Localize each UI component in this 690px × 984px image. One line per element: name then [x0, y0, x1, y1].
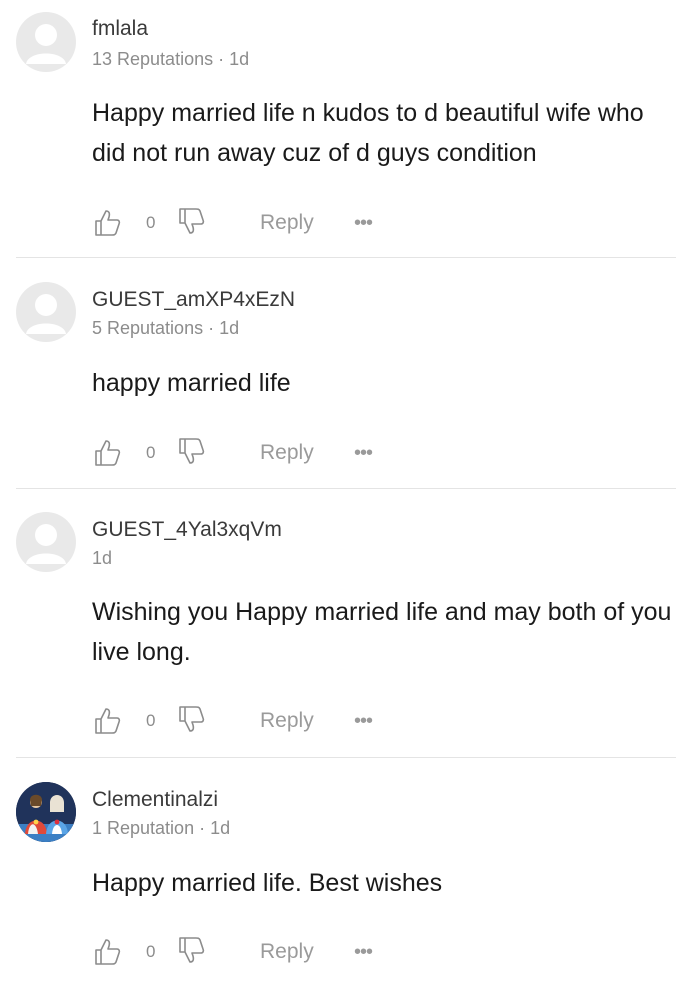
thumbs-up-icon[interactable] [92, 208, 122, 238]
thumbs-down-icon[interactable] [176, 436, 206, 466]
user-silhouette-icon [26, 294, 66, 334]
like-count: 0 [146, 443, 156, 462]
reply-button[interactable]: Reply [260, 940, 314, 964]
thumbs-up-icon[interactable] [92, 438, 122, 468]
comment-meta: 13 Reputations · 1d [92, 49, 250, 69]
comment-time: 1d [92, 548, 113, 568]
like-count: 0 [146, 942, 156, 961]
comment-item: GUEST_amXP4xEzN 5 Reputations · 1d happy… [0, 270, 690, 490]
comment-username[interactable]: fmlala [92, 17, 148, 41]
comment-time: 1d [229, 49, 250, 69]
comment-actions: 0 Reply ••• [0, 933, 690, 973]
comment-text: Wishing you Happy married life and may b… [92, 598, 672, 666]
like-count: 0 [146, 711, 156, 730]
divider [16, 757, 676, 758]
comment-item: Clementinalzi 1 Reputation · 1d Happy ma… [0, 770, 690, 984]
thumbs-up-icon[interactable] [92, 706, 122, 736]
comment-text: happy married life [92, 369, 291, 397]
comment-username[interactable]: Clementinalzi [92, 788, 218, 812]
reputation-label: 13 Reputations [92, 49, 214, 69]
more-options-icon[interactable]: ••• [354, 442, 373, 465]
thumbs-down-icon[interactable] [176, 935, 206, 965]
reply-button[interactable]: Reply [260, 709, 314, 733]
thumbs-down-icon[interactable] [176, 704, 206, 734]
divider [16, 488, 676, 489]
divider [16, 257, 676, 258]
avatar[interactable] [16, 12, 76, 72]
user-silhouette-icon [26, 524, 66, 564]
reply-button[interactable]: Reply [260, 441, 314, 465]
religious-image-avatar-icon [16, 782, 76, 842]
comment-actions: 0 Reply ••• [0, 702, 690, 742]
more-options-icon[interactable]: ••• [354, 710, 373, 733]
comment-text: Happy married life. Best wishes [92, 869, 443, 897]
comment-item: fmlala 13 Reputations · 1d Happy married… [0, 0, 690, 258]
comment-text: Happy married life n kudos to d beautifu… [92, 99, 644, 167]
comment-actions: 0 Reply ••• [0, 434, 690, 474]
thumbs-up-icon[interactable] [92, 937, 122, 967]
more-options-icon[interactable]: ••• [354, 941, 373, 964]
comment-meta: 1 Reputation · 1d [92, 818, 231, 838]
comment-username[interactable]: GUEST_4Yal3xqVm [92, 518, 282, 542]
avatar[interactable] [16, 782, 76, 842]
comment-actions: 0 Reply ••• [0, 204, 690, 244]
more-options-icon[interactable]: ••• [354, 212, 373, 235]
avatar[interactable] [16, 282, 76, 342]
comment-meta: 5 Reputations · 1d [92, 318, 240, 338]
comment-meta: 1d [92, 548, 112, 569]
thumbs-down-icon[interactable] [176, 206, 206, 236]
reputation-label: 5 Reputations [92, 318, 204, 338]
user-silhouette-icon [26, 24, 66, 64]
reply-button[interactable]: Reply [260, 211, 314, 235]
comment-username[interactable]: GUEST_amXP4xEzN [92, 288, 295, 312]
comment-item: GUEST_4Yal3xqVm 1d Wishing you Happy mar… [0, 500, 690, 758]
reputation-label: 1 Reputation [92, 818, 195, 838]
comment-time: 1d [219, 318, 240, 338]
like-count: 0 [146, 213, 156, 232]
comment-time: 1d [210, 818, 231, 838]
avatar[interactable] [16, 512, 76, 572]
